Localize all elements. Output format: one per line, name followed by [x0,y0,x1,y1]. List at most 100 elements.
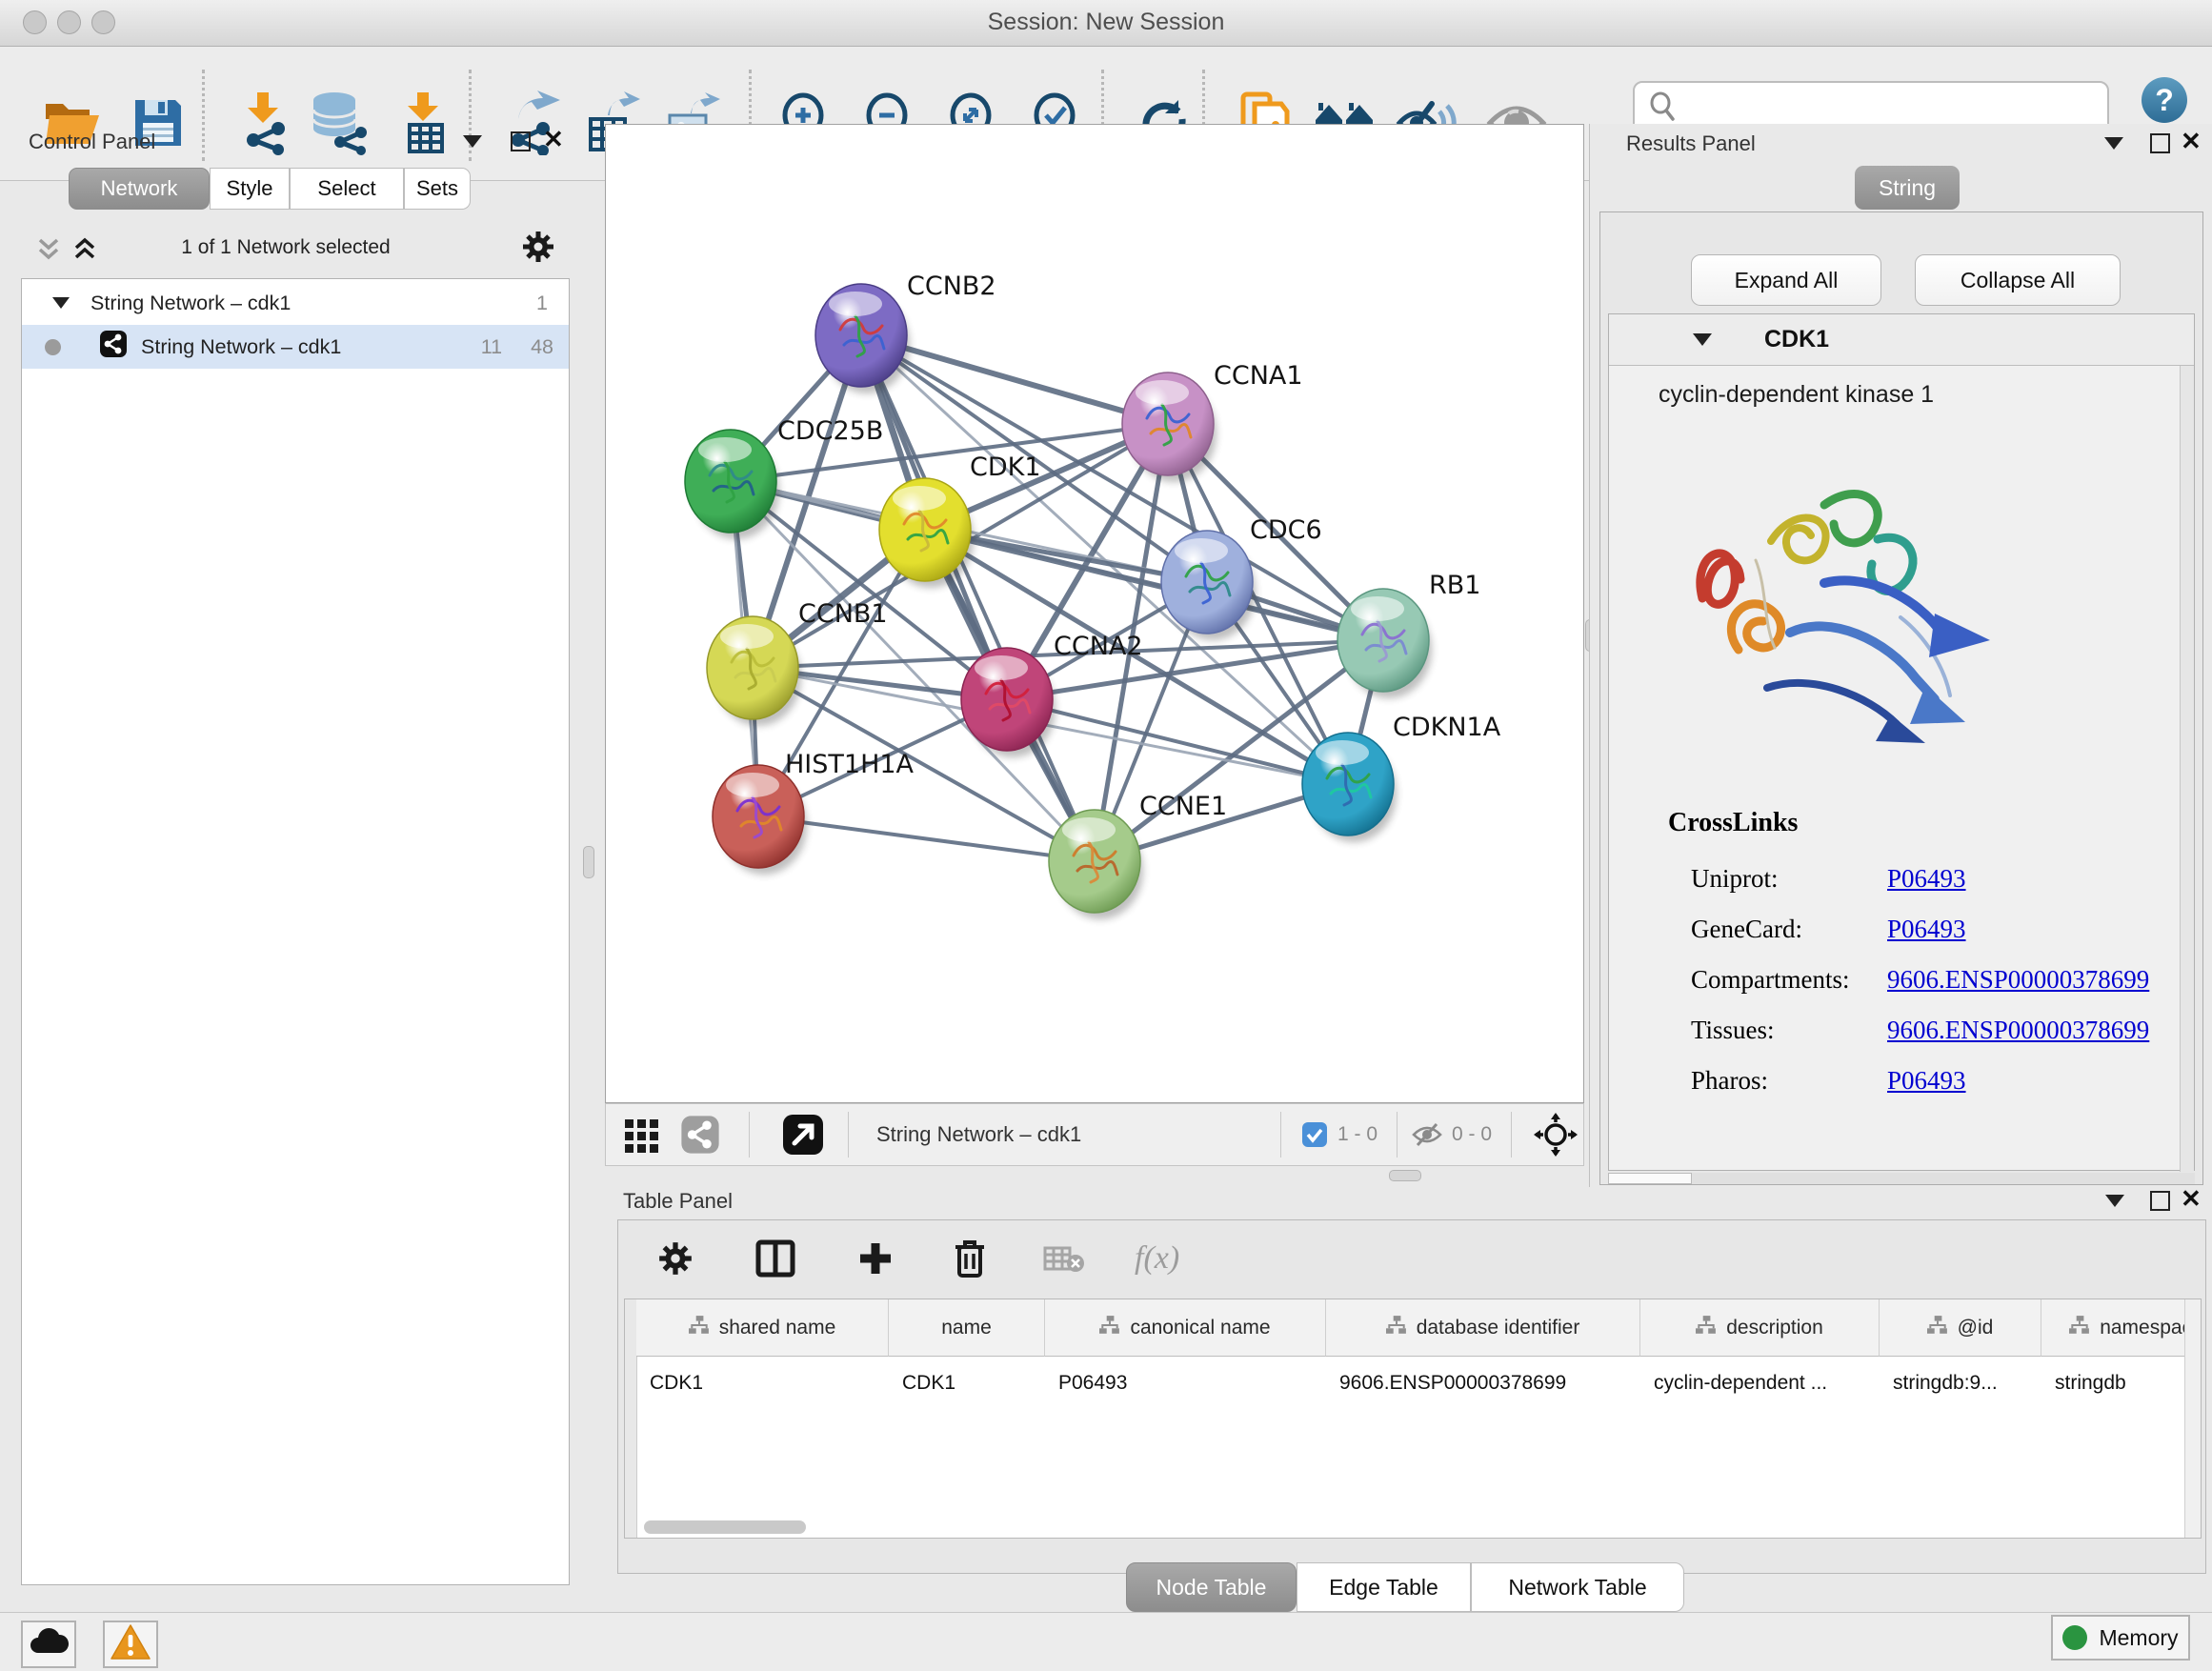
network-canvas[interactable]: CCNB2CCNA1CDC25BCDK1CDC6RB1CCNB1CCNA2CDK… [605,124,1584,1103]
crosslink-link[interactable]: 9606.ENSP00000378699 [1887,965,2149,995]
open-in-browser-button[interactable] [781,1104,825,1165]
table-cell[interactable]: P06493 [1045,1357,1326,1410]
crosslink-link[interactable]: P06493 [1887,915,1966,944]
import-table-button[interactable] [387,85,463,165]
results-hscrollbar[interactable] [1608,1173,2195,1184]
toolbar-separator [1511,1112,1512,1158]
function-builder-icon[interactable]: f(x) [1135,1240,1179,1277]
delete-table-icon[interactable] [1043,1242,1085,1275]
memory-button[interactable]: Memory [2051,1615,2190,1661]
column-header-name[interactable]: name [889,1299,1045,1357]
network-row-selected[interactable]: String Network – cdk1 11 48 [22,325,569,369]
delete-column-trash-icon[interactable] [952,1238,988,1279]
control-panel-close-icon[interactable]: ✕ [543,130,564,149]
create-column-plus-icon[interactable] [856,1239,895,1278]
column-header-label: name [941,1317,992,1339]
table-panel-float-icon[interactable] [2150,1191,2170,1211]
crosslink-link[interactable]: P06493 [1887,1066,1966,1096]
table-vscrollbar[interactable] [2184,1299,2201,1538]
tab-style[interactable]: Style [210,168,290,210]
network-node-CCNA2[interactable] [961,648,1056,757]
column-header-namespace[interactable]: namespace [2041,1299,2202,1357]
node-result-caret-icon[interactable] [1693,333,1712,346]
results-scrollbar[interactable] [2180,366,2194,1172]
left-splitter-handle[interactable] [583,846,594,878]
expand-all-networks-icon[interactable] [70,234,99,270]
column-header-database-identifier[interactable]: database identifier [1326,1299,1640,1357]
results-panel-menu-icon[interactable] [2104,137,2123,150]
warnings-button[interactable] [103,1621,158,1668]
search-input[interactable] [1686,95,2107,122]
collection-caret-icon[interactable] [52,297,70,309]
import-database-button[interactable] [301,85,377,165]
network-collection-row[interactable]: String Network – cdk1 1 [22,281,569,325]
column-header-canonical-name[interactable]: canonical name [1045,1299,1326,1357]
network-tree: String Network – cdk1 1 String Network –… [21,278,570,1585]
tab-edge-table[interactable]: Edge Table [1297,1562,1471,1612]
network-node-label: CCNB2 [907,272,996,301]
crosslink-row: Compartments:9606.ENSP00000378699 [1668,955,2149,1005]
network-node-CCNB2[interactable] [815,284,910,393]
cloud-status-button[interactable] [21,1621,76,1668]
control-panel-menu-icon[interactable] [463,135,482,148]
network-node-label: CCNA1 [1214,361,1303,391]
crosslink-link[interactable]: 9606.ENSP00000378699 [1887,1016,2149,1045]
table-row[interactable]: CDK1CDK1P064939606.ENSP00000378699cyclin… [636,1357,2202,1410]
show-columns-icon[interactable] [755,1239,795,1278]
tab-node-table[interactable]: Node Table [1126,1562,1297,1612]
network-edge[interactable] [861,335,1095,861]
results-panel-close-icon[interactable]: ✕ [2181,131,2202,151]
shared-column-icon [2069,1316,2090,1340]
table-cell[interactable]: stringdb:9... [1880,1357,2041,1410]
crosslinks-title: CrossLinks [1668,808,2149,838]
table-panel-menu-icon[interactable] [2105,1195,2124,1207]
bottom-splitter-handle[interactable] [1389,1170,1421,1181]
collapse-all-button[interactable]: Collapse All [1915,254,2121,306]
table-cell[interactable]: 9606.ENSP00000378699 [1326,1357,1640,1410]
selected-checkbox-icon[interactable] [1301,1104,1328,1165]
table-panel-close-icon[interactable]: ✕ [2181,1189,2202,1208]
birds-eye-view-button[interactable] [621,1104,663,1165]
cytoscape-window: Session: New Session [0,0,2212,1671]
crosslink-link[interactable]: P06493 [1887,864,1966,894]
table-cell[interactable]: CDK1 [889,1357,1045,1410]
network-label: String Network – cdk1 [141,335,341,359]
network-options-gear-icon[interactable] [520,229,556,270]
question-mark-icon: ? [2155,83,2174,118]
shared-column-icon [1099,1316,1120,1340]
network-node-CCNE1[interactable] [1049,810,1143,919]
expand-all-button[interactable]: Expand All [1691,254,1881,306]
table-cell[interactable]: cyclin-dependent ... [1640,1357,1880,1410]
network-node-CDKN1A[interactable] [1302,733,1397,842]
table-cell[interactable]: stringdb [2041,1357,2202,1410]
tab-network[interactable]: Network [69,168,210,210]
import-network-button[interactable] [227,85,303,165]
network-node-HIST1H1A[interactable] [713,765,807,875]
network-node-CDK1[interactable] [879,478,974,588]
network-edge[interactable] [758,816,1095,861]
control-panel-float-icon[interactable] [511,131,531,151]
node-result-header[interactable]: CDK1 [1609,314,2194,366]
collapse-all-networks-icon[interactable] [34,234,63,270]
column-header-description[interactable]: description [1640,1299,1880,1357]
help-button[interactable]: ? [2142,77,2187,123]
results-panel-float-icon[interactable] [2150,133,2170,153]
tab-string-results[interactable]: String [1855,166,1960,210]
title-bar: Session: New Session [0,0,2212,47]
string-style-button[interactable] [680,1104,720,1165]
column-header-shared-name[interactable]: shared name [636,1299,889,1357]
hidden-count: 0 - 0 [1452,1104,1492,1165]
table-hscrollbar[interactable] [636,1520,2189,1534]
network-node-CCNB1[interactable] [707,616,801,726]
column-header--id[interactable]: @id [1880,1299,2041,1357]
table-cell[interactable]: CDK1 [636,1357,889,1410]
table-options-gear-icon[interactable] [656,1239,694,1278]
tab-select[interactable]: Select [290,168,404,210]
tab-sets[interactable]: Sets [404,168,471,210]
tab-network-table[interactable]: Network Table [1471,1562,1684,1612]
network-node-CCNA1[interactable] [1122,372,1217,482]
fit-content-crosshair-icon[interactable] [1534,1104,1578,1165]
memory-label: Memory [2099,1625,2178,1651]
network-node-RB1[interactable] [1337,589,1432,698]
hidden-eye-slash-icon[interactable] [1412,1104,1442,1165]
